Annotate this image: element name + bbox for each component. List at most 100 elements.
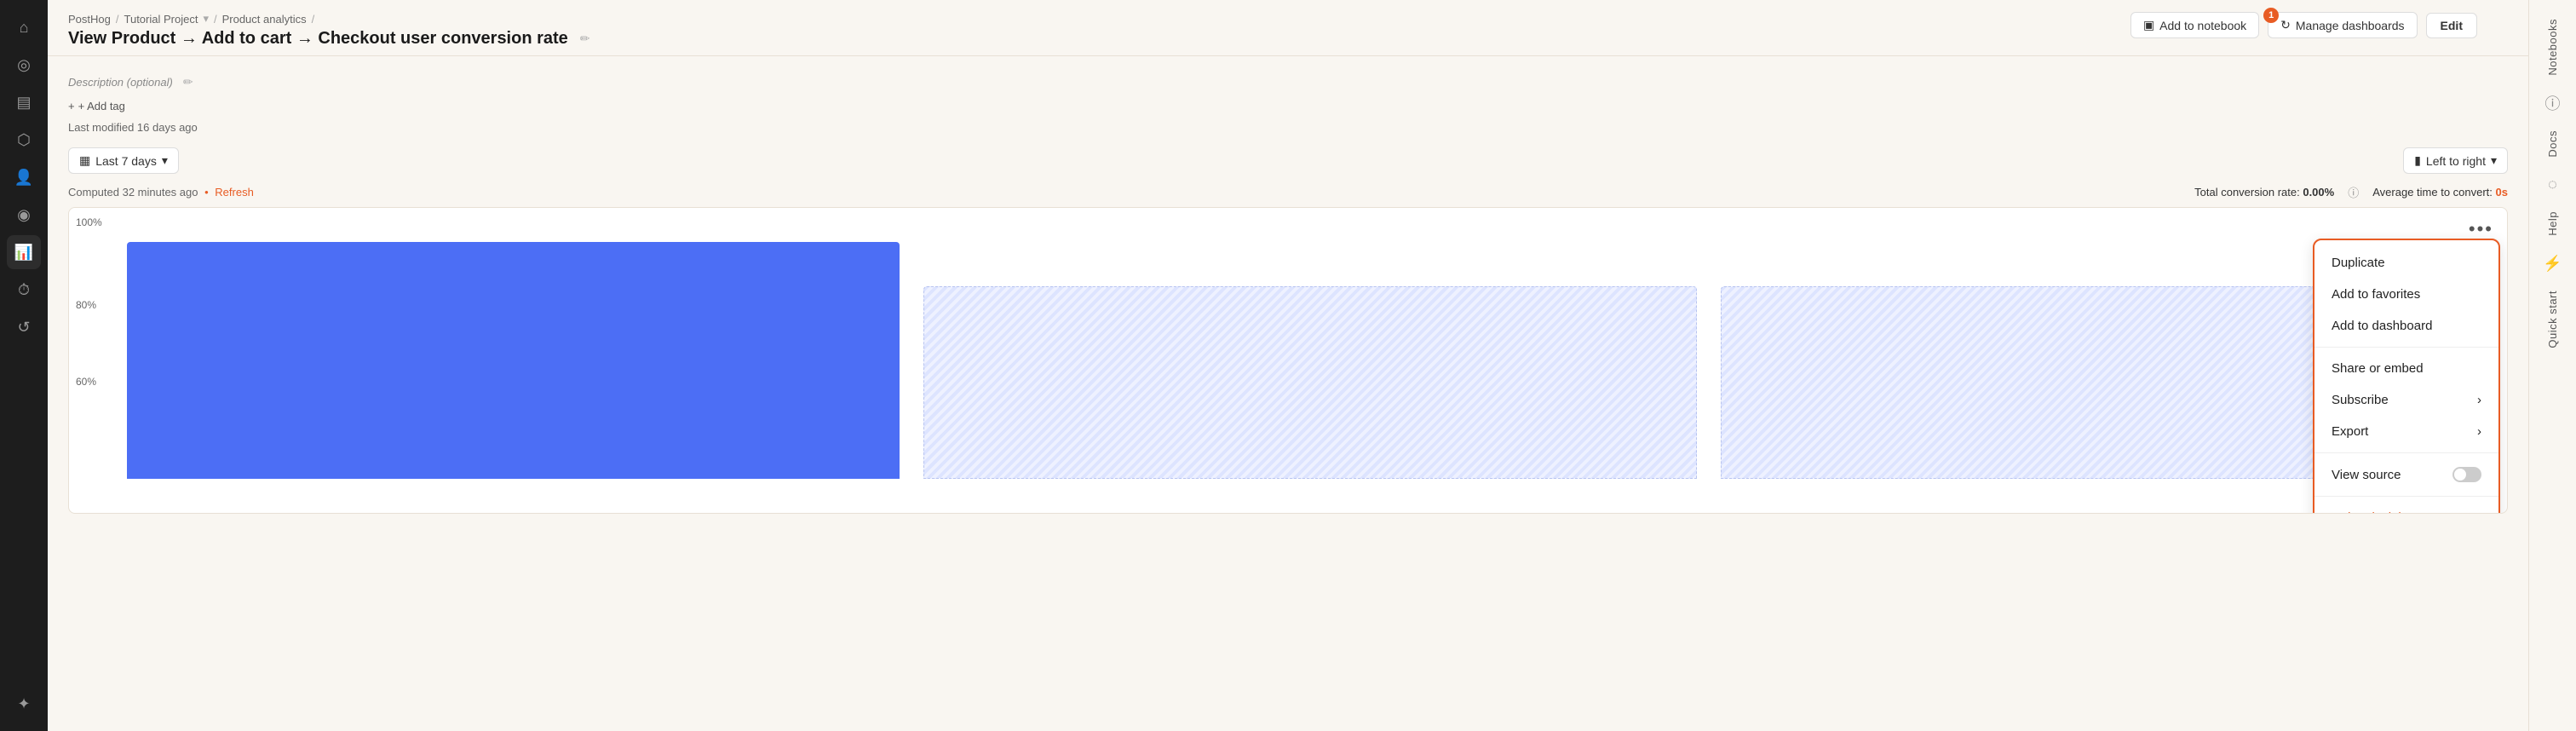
view-source-label: View source — [2332, 468, 2401, 482]
date-range-label: Last 7 days — [95, 154, 157, 168]
add-to-notebook-button[interactable]: ▣ Add to notebook — [2130, 12, 2259, 38]
description-edit-button[interactable]: ✏ — [180, 73, 197, 91]
sidebar-item-quick-start[interactable]: Quick start — [2541, 282, 2564, 357]
main-content: ▣ Add to notebook 1 ↻ Manage dashboards … — [48, 0, 2528, 731]
refresh-circle-icon: ↻ — [2280, 18, 2291, 32]
menu-item-view-source[interactable]: View source — [2314, 458, 2498, 491]
breadcrumb-sep-1: / — [116, 13, 119, 26]
computed-row: Computed 32 minutes ago • Refresh Total … — [68, 184, 2508, 200]
sidebar-chart[interactable]: 📊 — [7, 235, 41, 269]
chart-area: 100% 80% 60% ••• — [68, 207, 2508, 514]
layout-button[interactable]: ▮ Left to right ▾ — [2403, 147, 2508, 174]
sidebar-users[interactable]: 👤 — [7, 160, 41, 194]
sidebar-wifi[interactable]: ◉ — [7, 198, 41, 232]
calendar-icon: ▦ — [79, 153, 90, 168]
add-tag-row: + + Add tag — [68, 100, 2508, 112]
add-favorites-label: Add to favorites — [2332, 287, 2420, 302]
export-label: Export — [2332, 424, 2368, 439]
title-edit-button[interactable]: ✏ — [577, 30, 594, 48]
subscribe-label: Subscribe — [2332, 393, 2389, 407]
sidebar-icon-help-circle[interactable]: ◌ — [2538, 169, 2568, 199]
page-title-text: View Product → Add to cart → Checkout us… — [68, 29, 568, 49]
y-label-80: 80% — [76, 299, 96, 311]
y-label-60: 60% — [76, 376, 96, 388]
filters-row: ▦ Last 7 days ▾ ▮ Left to right ▾ — [68, 147, 2508, 174]
share-embed-label: Share or embed — [2332, 361, 2424, 376]
sidebar-database[interactable]: ⬡ — [7, 123, 41, 157]
bar-chart-icon: ▮ — [2414, 153, 2421, 168]
description-row: Description (optional) ✏ — [68, 73, 2508, 91]
sidebar-clock[interactable]: ⏱ — [7, 273, 41, 307]
chevron-down-icon: ▾ — [162, 153, 168, 168]
add-tag-button[interactable]: + + Add tag — [68, 100, 125, 112]
menu-item-add-favorites[interactable]: Add to favorites — [2314, 279, 2498, 310]
breadcrumb-posthog[interactable]: PostHog — [68, 13, 111, 26]
plus-icon: + — [68, 100, 75, 112]
breadcrumb-sep-3: / — [312, 13, 315, 26]
bar-group-2 — [923, 222, 1696, 479]
info-icon: ⓘ — [2348, 184, 2359, 200]
bar-group-1 — [127, 222, 900, 479]
menu-item-delete[interactable]: Delete insight — [2314, 502, 2498, 514]
duplicate-label: Duplicate — [2332, 256, 2385, 270]
date-range-button[interactable]: ▦ Last 7 days ▾ — [68, 147, 179, 174]
view-source-toggle[interactable] — [2452, 467, 2481, 482]
left-sidebar: ⌂ ◎ ▤ ⬡ 👤 ◉ 📊 ⏱ ↺ ✦ — [0, 0, 48, 731]
content-area: Description (optional) ✏ + + Add tag Las… — [48, 56, 2528, 731]
toggle-knob — [2454, 469, 2466, 481]
sidebar-item-docs[interactable]: Docs — [2541, 122, 2564, 166]
edit-button[interactable]: Edit — [2426, 13, 2477, 38]
sidebar-notes[interactable]: ▤ — [7, 85, 41, 119]
chart-bars — [83, 222, 2493, 499]
notebook-icon: ▣ — [2143, 18, 2154, 32]
manage-dashboards-badge: 1 — [2263, 8, 2279, 23]
refresh-link[interactable]: Refresh — [215, 186, 254, 199]
sidebar-home[interactable]: ⌂ — [7, 10, 41, 44]
chevron-down-icon-2: ▾ — [2491, 153, 2497, 168]
manage-dashboards-button[interactable]: 1 ↻ Manage dashboards — [2268, 12, 2417, 38]
bar-solid-1 — [127, 242, 900, 479]
last-modified-text: Last modified 16 days ago — [68, 121, 198, 134]
manage-dashboards-label: Manage dashboards — [2296, 19, 2405, 32]
add-tag-label: + Add tag — [78, 100, 125, 112]
bar-hatched-2 — [923, 286, 1696, 480]
conversion-rate-value: 0.00% — [2303, 186, 2334, 199]
menu-item-export[interactable]: Export › — [2314, 416, 2498, 447]
sidebar-item-help[interactable]: Help — [2541, 203, 2564, 245]
computed-text: Computed 32 minutes ago — [68, 186, 198, 199]
divider-1 — [2314, 347, 2498, 348]
sidebar-settings[interactable]: ✦ — [7, 687, 41, 721]
conversion-rate-label: Total conversion rate: 0.00% — [2194, 186, 2334, 199]
edit-label: Edit — [2441, 19, 2463, 32]
sidebar-update[interactable]: ↺ — [7, 310, 41, 344]
menu-item-add-dashboard[interactable]: Add to dashboard — [2314, 310, 2498, 342]
divider-3 — [2314, 496, 2498, 497]
chevron-right-icon: › — [2477, 393, 2481, 407]
avg-time-label: Average time to convert: 0s — [2372, 186, 2508, 199]
menu-item-duplicate[interactable]: Duplicate — [2314, 247, 2498, 279]
add-notebook-label: Add to notebook — [2159, 19, 2246, 32]
menu-item-share-embed[interactable]: Share or embed — [2314, 353, 2498, 384]
y-label-100: 100% — [76, 216, 102, 228]
layout-label: Left to right — [2426, 154, 2486, 168]
dropdown-menu: Duplicate Add to favorites Add to dashbo… — [2313, 239, 2500, 514]
delete-label: Delete insight — [2332, 510, 2409, 514]
sidebar-activity[interactable]: ◎ — [7, 48, 41, 82]
breadcrumb-product-analytics[interactable]: Product analytics — [222, 13, 307, 26]
export-chevron-right-icon: › — [2477, 424, 2481, 439]
description-placeholder: Description (optional) — [68, 76, 173, 89]
menu-item-subscribe[interactable]: Subscribe › — [2314, 384, 2498, 416]
breadcrumb-arrow-icon: ▾ — [203, 12, 209, 26]
last-modified: Last modified 16 days ago — [68, 121, 2508, 134]
breadcrumb-tutorial-project[interactable]: Tutorial Project — [124, 13, 198, 26]
sidebar-icon-quick-start[interactable]: ⚡ — [2538, 248, 2568, 279]
sidebar-icon-info[interactable]: ⓘ — [2538, 88, 2568, 118]
header-toolbar: ▣ Add to notebook 1 ↻ Manage dashboards … — [2130, 12, 2477, 38]
sidebar-item-notebooks[interactable]: Notebooks — [2541, 10, 2564, 84]
right-sidebar: Notebooks ⓘ Docs ◌ Help ⚡ Quick start — [2528, 0, 2576, 731]
divider-2 — [2314, 452, 2498, 453]
conversion-stats: Total conversion rate: 0.00% ⓘ Average t… — [2194, 184, 2508, 200]
add-dashboard-label: Add to dashboard — [2332, 319, 2432, 333]
avg-time-value: 0s — [2496, 186, 2508, 199]
dot-separator: • — [204, 186, 209, 199]
